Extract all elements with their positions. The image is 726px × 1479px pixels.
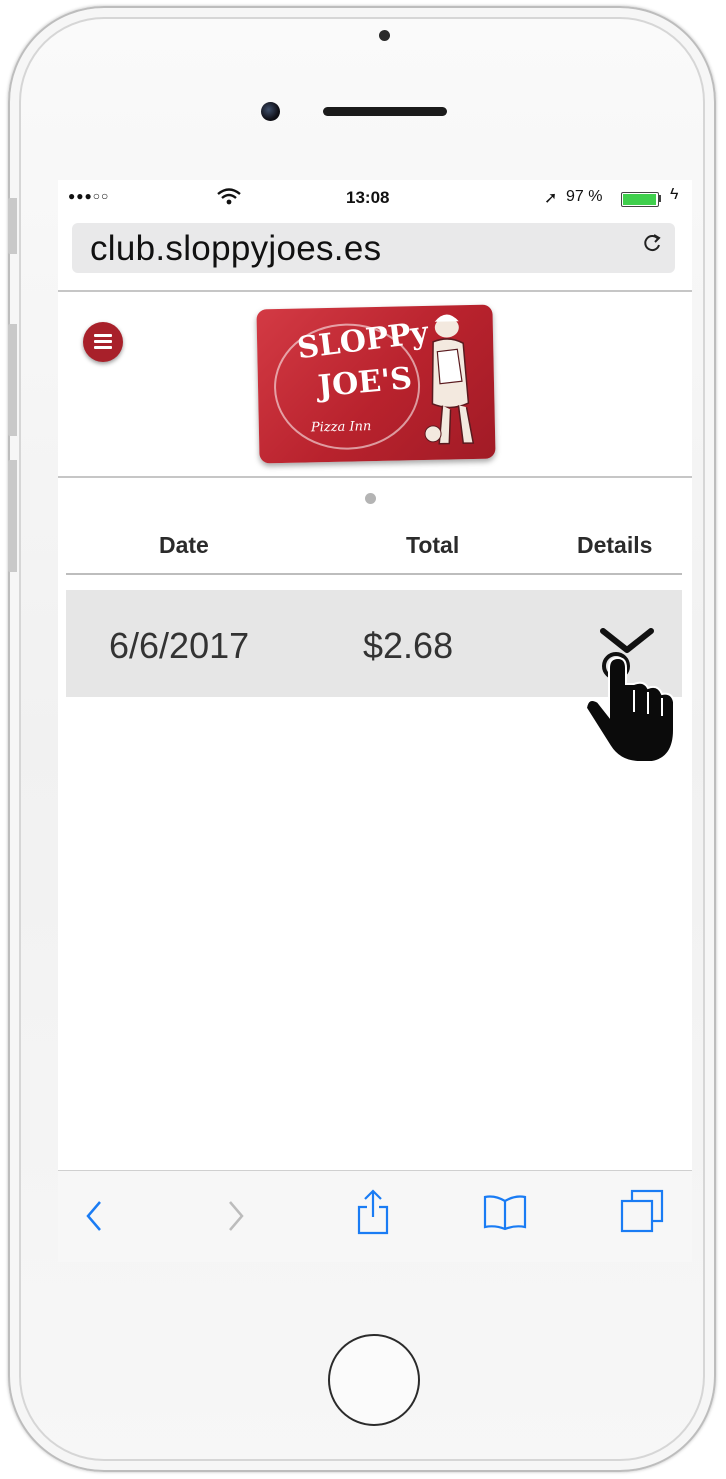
charging-bolt-icon: ϟ bbox=[670, 186, 679, 203]
battery-percent: 97 % bbox=[566, 188, 603, 205]
mute-switch bbox=[8, 198, 17, 254]
battery-tip bbox=[658, 195, 661, 202]
chef-illustration bbox=[424, 314, 475, 445]
table-header-divider bbox=[66, 573, 682, 575]
table-row[interactable]: 6/6/2017 $2.68 bbox=[66, 590, 682, 763]
bookmarks-icon[interactable] bbox=[482, 1193, 528, 1236]
reload-icon[interactable] bbox=[640, 232, 666, 262]
row-total: $2.68 bbox=[363, 625, 454, 666]
address-bar[interactable]: club.sloppyjoes.es bbox=[72, 223, 675, 273]
signal-strength: ●●●○○ bbox=[68, 189, 110, 203]
column-header-total: Total bbox=[406, 532, 460, 558]
phone-screen: ●●●○○ 13:08 ➚ 97 % ϟ club.sloppyjoes.es bbox=[58, 180, 692, 1262]
status-bar: ●●●○○ 13:08 ➚ 97 % ϟ bbox=[58, 180, 692, 222]
battery-fill bbox=[623, 194, 656, 205]
tabs-icon[interactable] bbox=[620, 1189, 664, 1238]
volume-up-button bbox=[8, 324, 17, 436]
url-text: club.sloppyjoes.es bbox=[90, 229, 382, 268]
column-header-details: Details bbox=[577, 532, 653, 558]
hamburger-menu-icon[interactable] bbox=[83, 322, 123, 362]
share-icon[interactable] bbox=[356, 1189, 390, 1240]
status-time: 13:08 bbox=[346, 188, 390, 207]
header-divider-top bbox=[58, 290, 692, 292]
header-divider-bottom bbox=[58, 476, 692, 478]
tap-hand-cursor-icon bbox=[582, 650, 678, 777]
logo-line-3: Pizza Inn bbox=[310, 419, 372, 436]
front-camera bbox=[261, 102, 280, 121]
battery-icon bbox=[621, 192, 659, 207]
safari-toolbar bbox=[58, 1170, 692, 1262]
proximity-sensor bbox=[379, 30, 390, 41]
sloppy-joes-logo: SLOPPy JOE'S Pizza Inn bbox=[256, 304, 496, 464]
earpiece-speaker bbox=[323, 107, 447, 116]
volume-down-button bbox=[8, 460, 17, 572]
row-date: 6/6/2017 bbox=[109, 625, 250, 666]
home-button[interactable] bbox=[328, 1334, 420, 1426]
column-header-date: Date bbox=[159, 532, 209, 558]
forward-icon[interactable] bbox=[226, 1199, 246, 1238]
back-icon[interactable] bbox=[84, 1199, 104, 1238]
location-arrow-icon: ➚ bbox=[544, 190, 558, 207]
wifi-icon bbox=[216, 187, 242, 212]
page-indicator-dot[interactable] bbox=[365, 493, 376, 504]
